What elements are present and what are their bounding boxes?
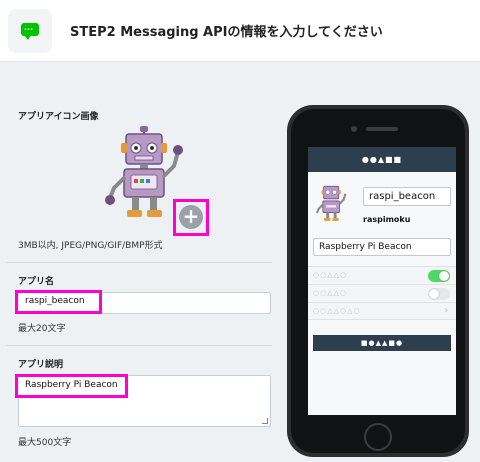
phone-body: ●●▲■■ raspi_beacon raspimoku Raspberry P… (291, 109, 465, 453)
phone-screen: ●●▲■■ raspi_beacon raspimoku Raspberry P… (308, 147, 456, 415)
toggle-on (428, 270, 450, 282)
desc-section-label: アプリ説明 (18, 360, 64, 370)
phone-preview: ●●▲■■ raspi_beacon raspimoku Raspberry P… (287, 105, 469, 457)
preview-row-label: ○○△△○△○ (313, 307, 361, 315)
plus-icon[interactable]: + (179, 205, 203, 229)
preview-header: ●●▲■■ (308, 147, 456, 172)
preview-row-label: ○○△△○ (313, 289, 348, 297)
preview-id: raspimoku (363, 215, 411, 224)
speaker-icon (366, 127, 398, 131)
divider (6, 345, 272, 346)
divider (6, 262, 272, 263)
chevron-right-icon: › (444, 306, 449, 316)
preview-row: ○○△△○ (308, 266, 456, 284)
name-hint: 最大20文字 (18, 324, 66, 334)
toggle-off (428, 288, 450, 300)
desc-hint: 最大500文字 (18, 438, 72, 448)
name-section-label: アプリ名 (18, 277, 55, 287)
home-button-icon (364, 423, 392, 451)
line-chat-icon: ··· (8, 9, 52, 53)
preview-description-field: Raspberry Pi Beacon (313, 238, 451, 256)
resize-grip-icon[interactable] (262, 418, 268, 424)
preview-row: ○○△△○ (308, 284, 456, 302)
preview-row-label: ○○△△○ (313, 271, 348, 279)
icon-section-label: アプリアイコン画像 (18, 112, 99, 122)
preview-robot-image (316, 185, 347, 221)
preview-row: ○○△△○△○ › (308, 302, 456, 320)
preview-button: ■●▲▲■● (313, 335, 451, 351)
icon-hint: 3MB以内, JPEG/PNG/GIF/BMP形式 (18, 241, 163, 251)
page-title: STEP2 Messaging APIの情報を入力してください (70, 25, 383, 40)
preview-name-field: raspi_beacon (363, 187, 451, 206)
page-header: ··· STEP2 Messaging APIの情報を入力してください (0, 0, 480, 62)
app-name-value: raspi_beacon (25, 296, 85, 306)
app-description-value: Raspberry Pi Beacon (25, 380, 118, 390)
camera-icon (351, 126, 357, 132)
